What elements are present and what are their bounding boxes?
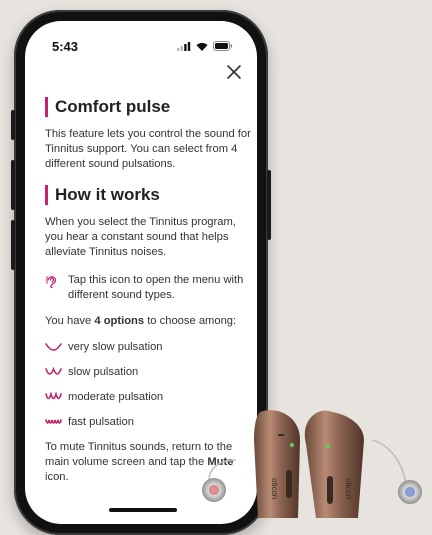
slow-wave-icon — [45, 367, 62, 375]
home-indicator — [109, 508, 177, 512]
status-icons — [177, 41, 233, 51]
brand-label: oticon — [270, 478, 279, 499]
signal-icon — [177, 41, 191, 51]
close-icon[interactable] — [225, 63, 243, 81]
fast-wave-icon — [45, 419, 62, 424]
section-heading: Comfort pulse — [45, 97, 251, 117]
options-intro-text: You have — [45, 315, 95, 327]
hearing-aids-image: oticon oticon — [202, 410, 422, 518]
volume-up-button — [11, 160, 15, 210]
accent-bar — [45, 185, 48, 205]
options-intro: You have 4 options to choose among: — [45, 314, 251, 329]
section-text: This feature lets you control the sound … — [45, 128, 251, 170]
tip-row: Tap this icon to open the menu with diff… — [45, 273, 251, 303]
mute-note-text-end: icon. — [45, 471, 69, 483]
status-time: 5:43 — [52, 39, 79, 54]
ear-sound-icon — [45, 276, 57, 289]
heading-text: How it works — [55, 185, 160, 204]
moderate-wave-icon — [45, 392, 62, 400]
ringer-switch — [11, 110, 15, 140]
option-label: slow pulsation — [68, 366, 139, 378]
option-label: moderate pulsation — [68, 391, 164, 403]
brand-label: oticon — [344, 478, 353, 499]
accent-bar — [45, 97, 48, 117]
volume-down-button — [11, 220, 15, 270]
battery-icon — [213, 41, 233, 51]
left-hearing-aid: oticon — [202, 410, 300, 518]
very-slow-wave-icon — [45, 343, 62, 351]
option-label: very slow pulsation — [68, 341, 163, 353]
options-intro-text-end: to choose among: — [144, 315, 237, 327]
wifi-icon — [196, 42, 208, 51]
section-heading: How it works — [45, 185, 251, 205]
power-button — [267, 170, 271, 240]
option-item: slow pulsation — [45, 365, 251, 379]
heading-text: Comfort pulse — [55, 97, 171, 116]
option-item: very slow pulsation — [45, 340, 251, 354]
options-count: 4 options — [94, 315, 145, 327]
section-text: When you select the Tinnitus program, yo… — [45, 216, 236, 258]
right-hearing-aid: oticon — [304, 410, 422, 518]
option-label: fast pulsation — [68, 416, 134, 428]
tip-text: Tap this icon to open the menu with diff… — [68, 274, 244, 301]
